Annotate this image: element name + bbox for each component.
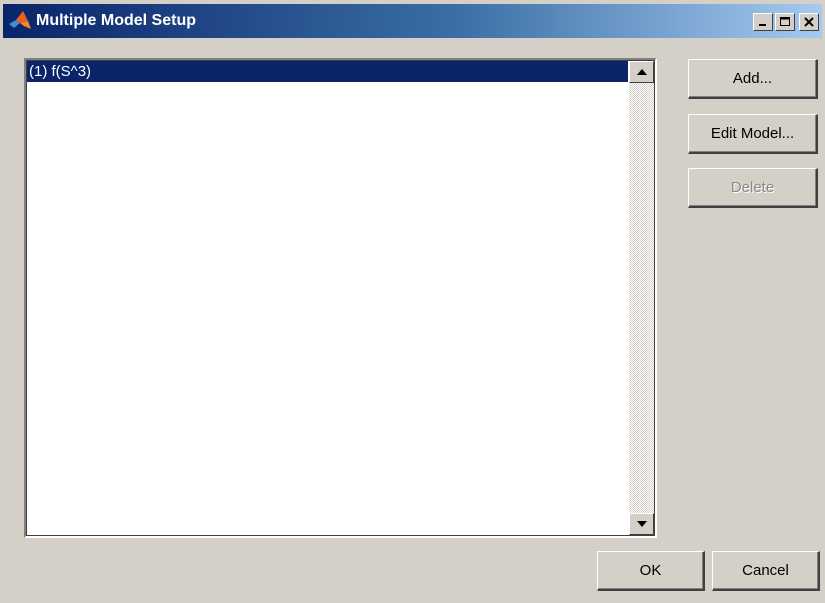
multiple-model-setup-dialog: Multiple Model Setup (1) f(S^3) Add... E…	[0, 0, 825, 603]
minimize-icon[interactable]	[753, 13, 773, 31]
add-button[interactable]: Add...	[688, 59, 818, 99]
delete-button[interactable]: Delete	[688, 168, 818, 208]
matlab-logo-icon	[8, 9, 32, 33]
scroll-up-button[interactable]	[629, 61, 654, 83]
edit-model-button[interactable]: Edit Model...	[688, 114, 818, 154]
model-listbox[interactable]: (1) f(S^3)	[24, 58, 657, 538]
maximize-icon[interactable]	[775, 13, 795, 31]
window-title: Multiple Model Setup	[36, 12, 196, 29]
list-item[interactable]: (1) f(S^3)	[27, 61, 628, 82]
title-bar[interactable]: Multiple Model Setup	[3, 4, 822, 38]
scroll-down-button[interactable]	[629, 513, 654, 535]
arrow-up-icon	[636, 69, 647, 75]
model-list: (1) f(S^3)	[27, 61, 628, 535]
ok-button[interactable]: OK	[597, 551, 705, 591]
window-controls	[753, 13, 819, 31]
close-icon[interactable]	[799, 13, 819, 31]
vertical-scrollbar[interactable]	[629, 61, 654, 535]
cancel-button[interactable]: Cancel	[712, 551, 820, 591]
arrow-down-icon	[636, 521, 647, 527]
